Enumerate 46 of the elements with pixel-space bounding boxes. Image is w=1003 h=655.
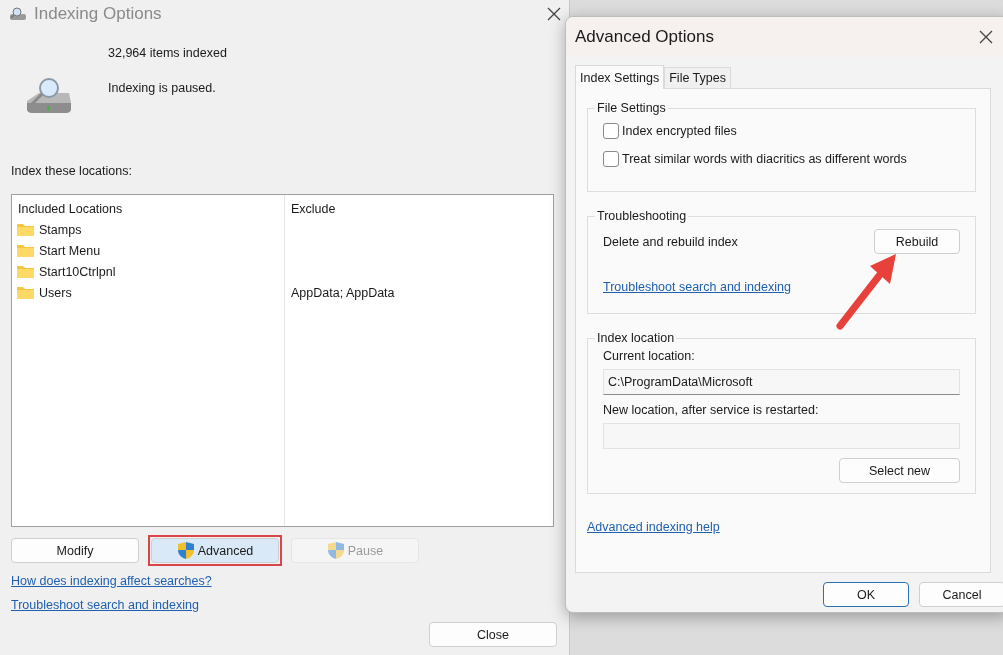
shield-icon — [176, 541, 195, 560]
checkbox[interactable] — [603, 151, 619, 167]
shield-icon — [326, 541, 345, 560]
button[interactable]: Advanced — [151, 538, 279, 563]
rebuild-button[interactable]: Rebuild — [874, 229, 960, 254]
exclude-text: AppData; AppData — [291, 285, 395, 300]
field-label: Current location: — [603, 349, 696, 363]
field-label: New location, after service is restarted: — [603, 403, 820, 417]
window-title: Advanced Options — [575, 27, 715, 47]
checkbox-label: Index encrypted files — [622, 124, 737, 138]
close-icon[interactable] — [979, 30, 993, 44]
group-title: Troubleshooting — [596, 209, 688, 223]
dialog-button[interactable]: OK — [823, 582, 909, 607]
folder-icon — [17, 286, 34, 299]
button[interactable]: Modify — [11, 538, 139, 563]
checkbox[interactable] — [603, 123, 619, 139]
drive-search-icon — [8, 6, 28, 22]
troubleshoot-link[interactable]: Troubleshoot search and indexing — [11, 598, 199, 612]
folder-icon — [17, 223, 34, 236]
dialog-button[interactable]: Cancel — [919, 582, 1003, 607]
help-link[interactable]: Advanced indexing help — [587, 520, 720, 534]
column-header: Included Locations — [18, 201, 123, 216]
group-title: File Settings — [596, 101, 667, 115]
folder-icon — [17, 265, 34, 278]
checkbox-label: Treat similar words with diacritics as different words — [622, 152, 907, 166]
folder-icon — [17, 244, 34, 257]
group-title: Index location — [596, 331, 676, 345]
current-location-field[interactable]: C:\ProgramData\Microsoft — [603, 369, 960, 395]
status-text: 32,964 items indexed — [108, 46, 227, 60]
section-label: Index these locations: — [11, 164, 133, 178]
location-name[interactable]: Start10Ctrlpnl — [39, 264, 116, 279]
location-name[interactable]: Start Menu — [39, 243, 101, 258]
close-icon[interactable] — [547, 7, 561, 21]
action-label: Delete and rebuild index — [603, 234, 738, 249]
location-name[interactable]: Stamps — [39, 222, 82, 237]
window-title: Indexing Options — [34, 4, 163, 24]
select-new-button[interactable]: Select new — [839, 458, 960, 483]
status-text: Indexing is paused. — [108, 81, 217, 95]
location-name[interactable]: Users — [39, 285, 72, 300]
new-location-field[interactable] — [603, 423, 960, 449]
troubleshoot-link[interactable]: Troubleshoot search and indexing — [603, 280, 791, 294]
column-header: Exclude — [291, 201, 336, 216]
help-link[interactable]: How does indexing affect searches? — [11, 574, 212, 588]
close-button[interactable]: Close — [429, 622, 557, 647]
tab[interactable]: File Types — [664, 67, 731, 88]
tab[interactable]: Index Settings — [575, 65, 665, 89]
